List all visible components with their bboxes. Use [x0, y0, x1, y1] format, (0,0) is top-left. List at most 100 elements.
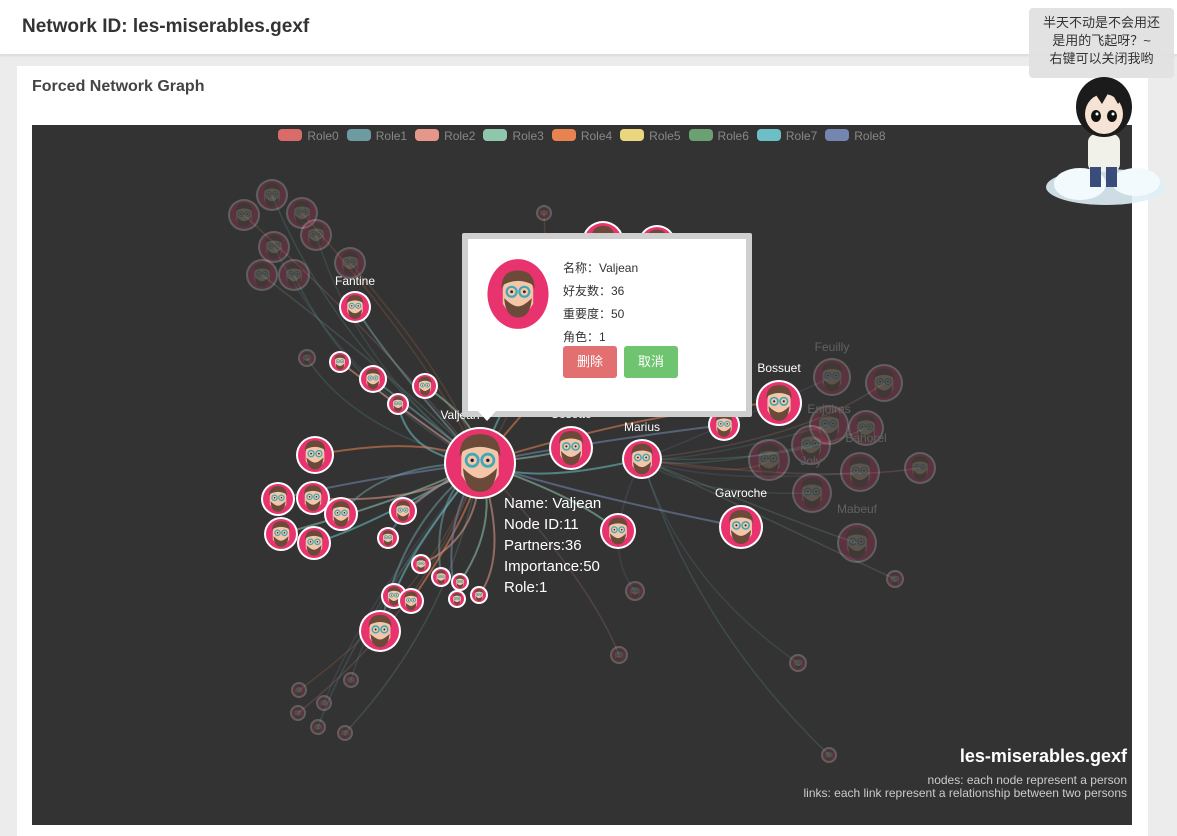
graph-node[interactable] — [298, 349, 316, 367]
graph-node[interactable] — [470, 586, 488, 604]
legend-item-5[interactable]: Role5 — [620, 129, 681, 143]
graph-node[interactable] — [310, 719, 326, 735]
graph-node[interactable] — [886, 570, 904, 588]
graph-node[interactable] — [291, 682, 307, 698]
avatar-icon — [336, 249, 364, 277]
graph-node[interactable] — [290, 705, 306, 721]
graph-node[interactable] — [278, 259, 310, 291]
page-header: Network ID: les-miserables.gexf — [0, 0, 1177, 55]
network-graph[interactable]: FeuillyEnjolrasBahorelJolyMabeufFantineC… — [32, 125, 1132, 825]
legend-item-1[interactable]: Role1 — [346, 129, 407, 143]
node-label: Gavroche — [715, 486, 767, 500]
info-node-id: Node ID:11 — [504, 516, 579, 533]
graph-node[interactable] — [387, 393, 409, 415]
avatar-icon — [839, 525, 875, 561]
legend-item-6[interactable]: Role6 — [688, 129, 749, 143]
legend-item-3[interactable]: Role3 — [483, 129, 544, 143]
graph-node[interactable] — [337, 725, 353, 741]
avatar-icon — [414, 375, 436, 397]
info-role: Role:1 — [504, 579, 548, 596]
graph-node[interactable]: Bahorel — [845, 410, 886, 446]
network-canvas[interactable]: FeuillyEnjolrasBahorelJolyMabeufFantineC… — [32, 125, 1132, 825]
graph-node[interactable] — [316, 695, 332, 711]
graph-node[interactable] — [228, 199, 260, 231]
legend-item-8[interactable]: Role8 — [825, 129, 886, 143]
graph-node[interactable] — [398, 588, 424, 614]
node-label: Joly — [800, 454, 821, 468]
avatar-icon — [292, 707, 304, 719]
avatar-icon — [341, 293, 369, 321]
graph-node[interactable] — [389, 497, 417, 525]
graph-caption-subtitle: nodes: each node represent a person link… — [803, 774, 1127, 800]
graph-node[interactable]: Bossuet — [756, 361, 802, 426]
graph-node[interactable] — [600, 513, 636, 549]
graph-node[interactable] — [536, 205, 552, 221]
graph-node[interactable] — [324, 497, 358, 531]
node-label: Bossuet — [757, 361, 801, 375]
graph-node[interactable] — [821, 747, 837, 763]
caption-links-line: links: each link represent a relationshi… — [803, 786, 1127, 800]
graph-link — [301, 212, 481, 464]
graph-node[interactable]: Marius — [622, 420, 662, 479]
graph-node[interactable] — [359, 365, 387, 393]
avatar-icon — [312, 721, 324, 733]
graph-node[interactable] — [431, 567, 451, 587]
avatar-icon — [450, 592, 464, 606]
node-label: Mabeuf — [837, 502, 878, 516]
legend-swatch — [688, 129, 713, 141]
graph-node[interactable] — [377, 527, 399, 549]
avatar-icon — [391, 499, 415, 523]
legend-item-7[interactable]: Role7 — [756, 129, 817, 143]
graph-node[interactable]: Gavroche — [715, 486, 767, 549]
avatar-icon — [624, 441, 660, 477]
delete-button[interactable]: 删除 — [563, 346, 617, 378]
avatar-icon — [612, 648, 626, 662]
graph-node[interactable] — [297, 526, 331, 560]
graph-node[interactable] — [625, 581, 645, 601]
graph-node[interactable] — [359, 610, 401, 652]
legend-label: Role4 — [580, 129, 613, 143]
legend-swatch — [483, 129, 508, 141]
graph-node[interactable] — [343, 672, 359, 688]
avatar-icon — [413, 556, 429, 572]
graph-node[interactable] — [246, 259, 278, 291]
graph-node[interactable] — [329, 351, 351, 373]
graph-node[interactable] — [258, 231, 290, 263]
graph-node[interactable] — [264, 517, 298, 551]
legend-item-2[interactable]: Role2 — [415, 129, 475, 143]
graph-node[interactable]: Feuilly — [813, 340, 851, 396]
graph-node[interactable] — [748, 439, 790, 481]
legend-item-4[interactable]: Role4 — [551, 129, 613, 143]
avatar-icon — [750, 441, 788, 479]
graph-node[interactable] — [865, 364, 903, 402]
avatar-icon — [361, 367, 385, 391]
graph-node[interactable] — [411, 554, 431, 574]
avatar-icon — [446, 429, 514, 497]
node-label: Enjolras — [807, 402, 850, 416]
node-popup-body: 名称：Valjean 好友数：36 重要度：50 角色：1 删除 取消 — [468, 239, 746, 411]
avatar-icon — [361, 612, 399, 650]
graph-node[interactable] — [451, 573, 469, 591]
cancel-button[interactable]: 取消 — [624, 346, 678, 378]
avatar-icon — [842, 454, 878, 490]
graph-node[interactable] — [300, 219, 332, 251]
legend-label: Role0 — [307, 129, 339, 143]
graph-node[interactable] — [256, 179, 288, 211]
graph-node[interactable] — [448, 590, 466, 608]
graph-node[interactable] — [792, 473, 832, 513]
graph-node[interactable] — [904, 452, 936, 484]
graph-node[interactable] — [296, 436, 334, 474]
legend-item-0[interactable]: Role0 — [278, 129, 339, 143]
graph-node[interactable] — [261, 482, 295, 516]
graph-node[interactable] — [840, 452, 880, 492]
popup-details: 名称：Valjean 好友数：36 重要度：50 角色：1 — [563, 257, 638, 349]
mascot-character-icon[interactable] — [1040, 72, 1168, 214]
graph-node[interactable] — [789, 654, 807, 672]
card-title: Forced Network Graph — [32, 78, 205, 95]
graph-node[interactable] — [610, 646, 628, 664]
graph-node[interactable]: Joly — [791, 425, 831, 468]
avatar-icon — [538, 207, 550, 219]
graph-node[interactable]: Mabeuf — [837, 502, 878, 563]
graph-node[interactable] — [412, 373, 438, 399]
node-label: Bahorel — [845, 431, 886, 445]
